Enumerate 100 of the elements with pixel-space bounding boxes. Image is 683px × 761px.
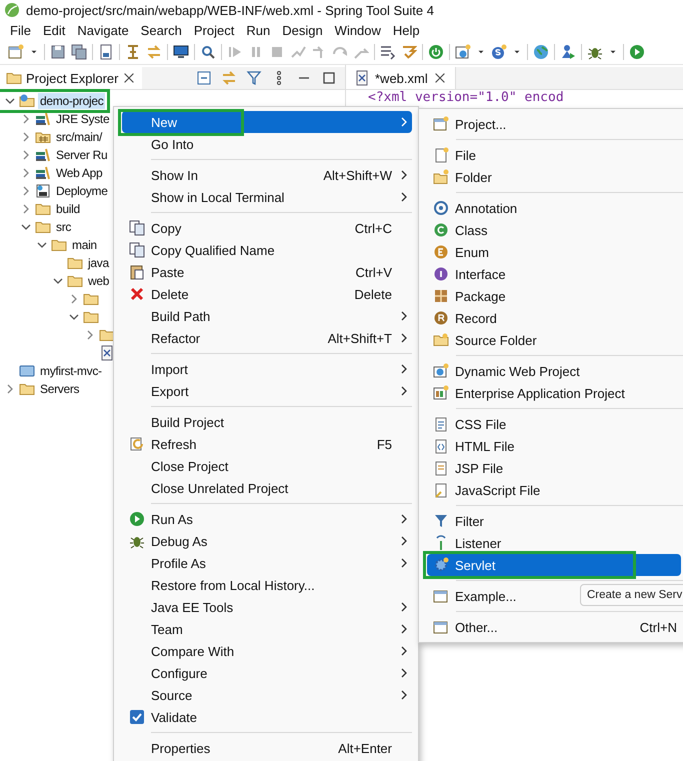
menu-item[interactable]: Restore from Local History... [122, 574, 412, 596]
menu-item[interactable]: Copy Qualified Name [122, 239, 412, 261]
menu-item[interactable]: Class [427, 219, 681, 241]
filter-icon[interactable] [246, 70, 262, 86]
binary-file-icon[interactable] [98, 44, 114, 60]
menu-item[interactable]: Filter [427, 510, 681, 532]
menu-item[interactable]: Java EE Tools [122, 596, 412, 618]
tree-item[interactable]: demo-projec [38, 93, 106, 109]
menu-bar-item[interactable]: Search [134, 22, 188, 38]
menu-item[interactable]: Package [427, 285, 681, 307]
menu-item[interactable]: HTML File [427, 435, 681, 457]
menu-item[interactable]: Interface [427, 263, 681, 285]
menu-item[interactable]: Show In Alt+Shift+W [122, 164, 412, 186]
menu-item[interactable]: Export [122, 380, 412, 402]
monitor-icon[interactable] [173, 44, 189, 60]
menu-item[interactable]: Debug As [122, 530, 412, 552]
new-window-icon [433, 116, 449, 132]
menu-bar-item[interactable]: Design [276, 22, 329, 38]
service-badge-icon[interactable] [491, 44, 507, 60]
menu-item[interactable]: Dynamic Web Project [427, 360, 681, 382]
menu-item[interactable]: File [427, 144, 681, 166]
chevron-right-icon [400, 536, 408, 546]
funnel-icon [433, 513, 449, 529]
person-arrow-icon[interactable] [560, 44, 576, 60]
tree-item[interactable]: Deployme [54, 183, 110, 199]
menu-item[interactable]: Show in Local Terminal [122, 186, 412, 208]
menu-item[interactable]: JavaScript File [427, 479, 681, 501]
menu-item[interactable]: Enterprise Application Project [427, 382, 681, 404]
menu-item[interactable]: Source [122, 684, 412, 706]
tree-item[interactable]: web [86, 273, 112, 289]
menu-item[interactable]: CSS File [427, 413, 681, 435]
menu-item[interactable]: Validate [122, 706, 412, 728]
tree-item[interactable]: JRE Syste [54, 111, 112, 127]
tree-item[interactable]: build [54, 201, 82, 217]
menu-bar-item[interactable]: Help [386, 22, 426, 38]
menu-bar-item[interactable]: Edit [36, 22, 72, 38]
books-icon [35, 111, 51, 127]
tree-item[interactable]: Server Ru [54, 147, 110, 163]
menu-item[interactable]: Delete Delete [122, 283, 412, 305]
magnifier-icon[interactable] [200, 44, 216, 60]
file-icon [354, 70, 370, 86]
lines-icon[interactable] [380, 44, 396, 60]
server-window-icon[interactable] [455, 44, 471, 60]
menu-item[interactable]: Source Folder [427, 329, 681, 351]
menu-item[interactable]: Run As [122, 508, 412, 530]
tree-item[interactable]: main [70, 237, 99, 253]
menu-item[interactable]: Configure [122, 662, 412, 684]
menu-item[interactable]: Build Path [122, 305, 412, 327]
new-window-icon[interactable] [8, 44, 24, 60]
frames-icon[interactable] [401, 44, 417, 60]
tree-item[interactable]: java [86, 255, 111, 271]
menu-bar-item[interactable]: Navigate [71, 22, 135, 38]
books-icon [35, 147, 51, 163]
menu-item[interactable]: Enum [427, 241, 681, 263]
floppy-disks-icon[interactable] [71, 44, 87, 60]
menu-item[interactable]: Import [122, 358, 412, 380]
menu-item[interactable]: Close Project [122, 455, 412, 477]
editor-tab[interactable]: *web.xml [346, 67, 456, 89]
menu-item[interactable]: Profile As [122, 552, 412, 574]
globe-icon[interactable] [533, 44, 549, 60]
collapse-all-icon[interactable] [196, 70, 212, 86]
menu-bar-item[interactable]: Project [188, 22, 240, 38]
document-icon [35, 183, 51, 199]
menu-item[interactable]: Compare With [122, 640, 412, 662]
menu-item[interactable]: Properties Alt+Enter [122, 737, 412, 759]
tree-item[interactable]: myfirst-mvc- [38, 363, 104, 379]
globe-folder-icon [433, 363, 449, 379]
menu-item[interactable]: Paste Ctrl+V [122, 261, 412, 283]
close-icon[interactable] [122, 71, 136, 85]
window-icon [433, 588, 449, 604]
panel-tab[interactable]: Project Explorer [0, 67, 142, 89]
menu-item[interactable]: Team [122, 618, 412, 640]
menu-item[interactable]: Annotation [427, 197, 681, 219]
tree-item[interactable]: src [54, 219, 74, 235]
menu-bar-item[interactable]: Run [240, 22, 276, 38]
menu-item[interactable]: Folder [427, 166, 681, 188]
menu-item[interactable]: Copy Ctrl+C [122, 217, 412, 239]
chevron-right-icon [400, 646, 408, 656]
menu-bar-item[interactable]: Window [328, 22, 387, 38]
tooltip: Create a new Serv [580, 584, 683, 606]
menu-item[interactable]: JSP File [427, 457, 681, 479]
menu-item[interactable]: Refresh F5 [122, 433, 412, 455]
menu-item[interactable]: Close Unrelated Project [122, 477, 412, 499]
menu-item[interactable]: Go Into [122, 133, 412, 155]
chevron-right-icon [400, 311, 408, 321]
menu-item[interactable]: Record [427, 307, 681, 329]
menu-item[interactable]: Refactor Alt+Shift+T [122, 327, 412, 349]
menu-item[interactable]: Project... [427, 113, 681, 135]
close-icon[interactable] [432, 71, 447, 85]
menu-item[interactable]: Build Project [122, 411, 412, 433]
tree-item[interactable]: Web App [54, 165, 104, 181]
menu-bar-item[interactable]: File [4, 22, 37, 38]
power-icon[interactable] [428, 44, 444, 60]
menu-item[interactable]: Other... Ctrl+N [427, 616, 681, 638]
menu-item[interactable]: Listener [427, 532, 681, 554]
tree-item[interactable]: Servers [38, 381, 82, 397]
tree-item[interactable]: src/main/ [54, 129, 104, 145]
books-icon [35, 165, 51, 181]
maximize-icon[interactable] [321, 70, 337, 86]
play-icon[interactable] [629, 44, 645, 60]
